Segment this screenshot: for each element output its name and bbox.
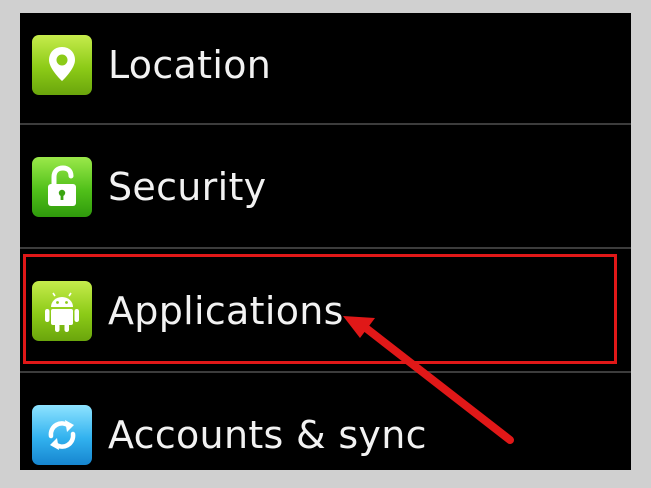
divider <box>20 247 631 249</box>
settings-item-label: Location <box>108 43 272 87</box>
sync-arrows-icon <box>32 405 92 465</box>
settings-item-accounts-sync[interactable]: Accounts & sync <box>20 374 631 470</box>
settings-item-security[interactable]: Security <box>20 126 631 248</box>
settings-item-location[interactable]: Location <box>20 13 631 126</box>
divider <box>20 123 631 125</box>
location-pin-icon <box>32 35 92 95</box>
settings-screen: Location Security Applications Accounts … <box>20 13 631 470</box>
highlight-box <box>23 254 617 364</box>
settings-item-label: Accounts & sync <box>108 413 427 457</box>
divider <box>20 371 631 373</box>
settings-item-label: Security <box>108 165 267 209</box>
padlock-icon <box>32 157 92 217</box>
